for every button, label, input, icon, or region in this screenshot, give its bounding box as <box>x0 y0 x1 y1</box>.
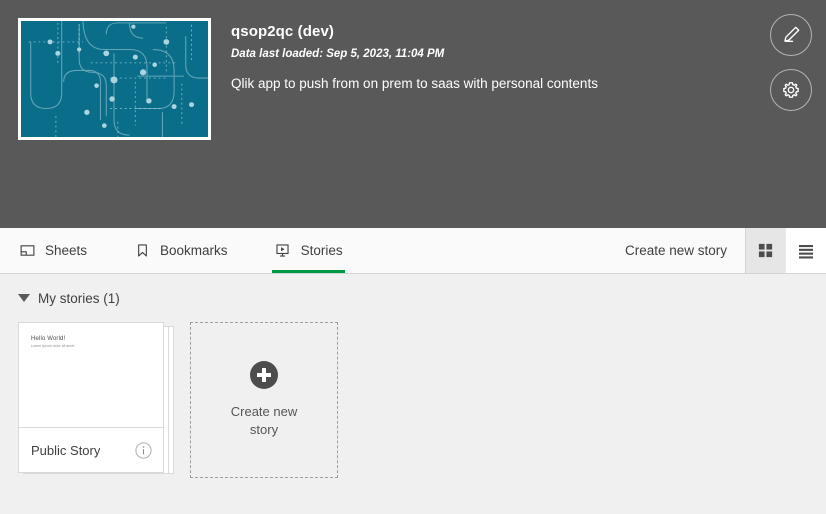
stories-content: My stories (1) Hello World! Lorem ipsum … <box>0 274 826 514</box>
list-view-button[interactable] <box>786 228 826 273</box>
app-thumbnail-network-pattern <box>21 21 208 137</box>
create-new-story-link[interactable]: Create new story <box>607 243 745 258</box>
info-icon[interactable] <box>134 441 153 460</box>
my-stories-label: My stories (1) <box>38 290 120 306</box>
tab-stories[interactable]: Stories <box>271 228 361 273</box>
create-label-line1: Create new <box>230 404 298 419</box>
list-view-icon <box>797 242 815 260</box>
tab-label-sheets: Sheets <box>45 243 88 258</box>
story-icon <box>274 242 292 260</box>
app-title: qsop2qc (dev) <box>231 23 334 40</box>
create-new-story-label: Create new story <box>219 403 309 439</box>
my-stories-section-header[interactable]: My stories (1) <box>18 288 808 308</box>
grid-view-icon <box>757 242 774 259</box>
tab-list: Sheets Bookmarks Stories <box>0 228 387 273</box>
tabbar-right: Create new story <box>607 228 826 273</box>
gear-icon <box>780 79 802 101</box>
story-card[interactable]: Hello World! Lorem ipsum dolor sit amet … <box>18 322 164 473</box>
app-tabbar: Sheets Bookmarks Stories Create new stor… <box>0 228 826 274</box>
app-last-loaded: Data last loaded: Sep 5, 2023, 11:04 PM <box>231 48 445 60</box>
tab-underline-stories <box>271 270 345 273</box>
sheet-icon <box>18 242 36 260</box>
app-settings-button[interactable] <box>770 69 812 111</box>
view-toggle <box>745 228 826 273</box>
grid-view-button[interactable] <box>746 228 786 273</box>
tab-sheets[interactable]: Sheets <box>16 228 105 273</box>
story-card-wrapper: Hello World! Lorem ipsum dolor sit amet … <box>18 322 174 474</box>
tab-label-bookmarks: Bookmarks <box>160 243 228 258</box>
app-thumbnail <box>18 18 211 140</box>
pencil-icon <box>780 24 802 46</box>
tab-bookmarks[interactable]: Bookmarks <box>131 228 246 273</box>
header-actions <box>770 14 812 111</box>
bookmark-icon <box>133 242 151 260</box>
create-label-line2: story <box>249 422 279 437</box>
app-info: qsop2qc (dev) Data last loaded: Sep 5, 2… <box>231 18 598 228</box>
create-new-story-tile[interactable]: Create new story <box>190 322 338 478</box>
edit-app-button[interactable] <box>770 14 812 56</box>
plus-circle-icon <box>250 361 278 389</box>
story-slide-title: Hello World! <box>31 336 66 342</box>
app-header: qsop2qc (dev) Data last loaded: Sep 5, 2… <box>0 0 826 228</box>
story-thumbnail: Hello World! Lorem ipsum dolor sit amet <box>19 323 163 428</box>
tab-label-stories: Stories <box>300 243 343 258</box>
chevron-down-icon[interactable] <box>18 294 30 302</box>
story-card-footer: Public Story <box>19 428 163 472</box>
app-description: Qlik app to push from on prem to saas wi… <box>231 76 598 91</box>
story-slide-subtitle: Lorem ipsum dolor sit amet <box>31 344 75 348</box>
story-card-list: Hello World! Lorem ipsum dolor sit amet … <box>18 322 808 478</box>
story-name: Public Story <box>31 442 101 458</box>
